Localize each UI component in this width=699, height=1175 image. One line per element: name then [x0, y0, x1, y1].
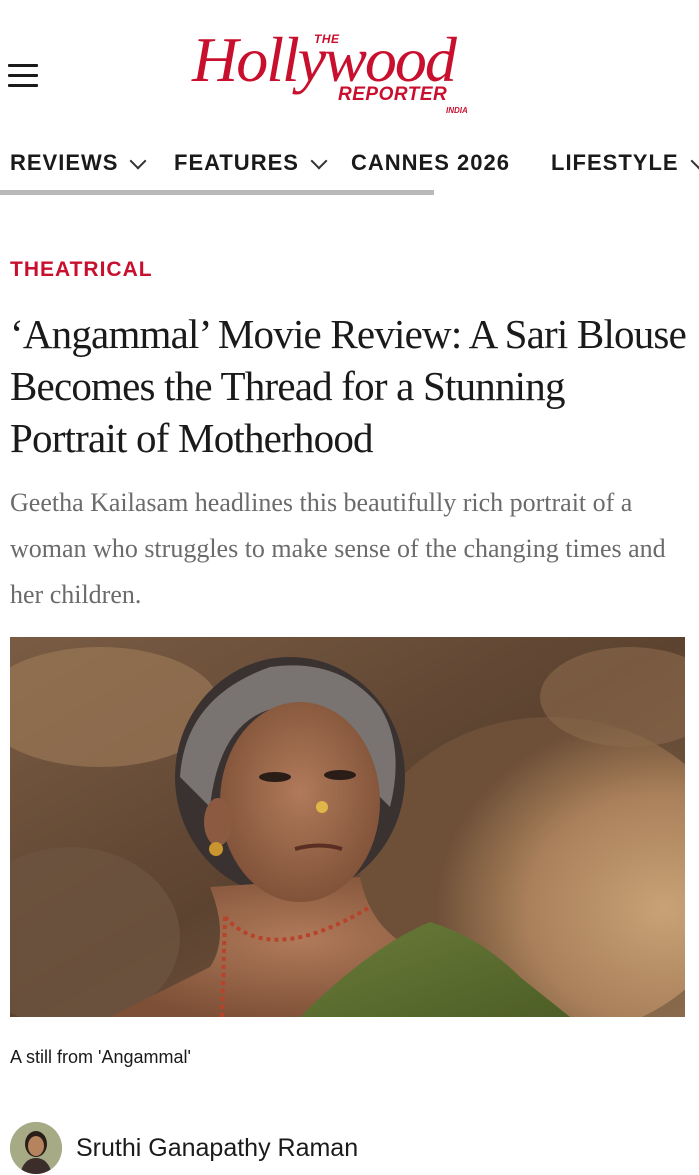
nav-item-features[interactable]: FEATURES — [174, 150, 328, 176]
logo-the: THE — [314, 32, 340, 46]
chevron-down-icon — [310, 152, 328, 170]
main-nav: REVIEWS FEATURES CANNES 2026 LIFESTYLE — [0, 140, 699, 184]
chevron-down-icon — [129, 152, 147, 170]
nav-item-cannes-2026[interactable]: CANNES 2026 — [351, 150, 510, 176]
site-logo[interactable]: Hollywood THE REPORTER INDIA — [192, 26, 502, 118]
nav-item-reviews[interactable]: REVIEWS — [10, 150, 147, 176]
article-dek: Geetha Kailasam headlines this beautiful… — [10, 488, 666, 609]
author-name[interactable]: Sruthi Ganapathy Raman — [76, 1134, 358, 1163]
nav-scrollbar[interactable] — [0, 190, 434, 195]
article-category[interactable]: THEATRICAL — [10, 258, 153, 282]
hamburger-menu-icon[interactable] — [8, 64, 38, 88]
author-byline: Sruthi Ganapathy Raman — [10, 1122, 358, 1174]
nav-item-label: LIFESTYLE — [551, 150, 679, 175]
nav-item-lifestyle[interactable]: LIFESTYLE — [551, 150, 699, 176]
article-headline: ‘Angammal’ Movie Review: A Sari Blouse B… — [10, 311, 687, 461]
nav-item-label: FEATURES — [174, 150, 299, 175]
image-caption: A still from 'Angammal' — [10, 1047, 191, 1067]
hero-image — [10, 637, 685, 1017]
site-header: Hollywood THE REPORTER INDIA — [0, 0, 699, 130]
chevron-down-icon — [690, 152, 699, 170]
nav-item-label: CANNES 2026 — [351, 150, 510, 175]
author-avatar[interactable] — [10, 1122, 62, 1174]
nav-item-label: REVIEWS — [10, 150, 119, 175]
logo-india: INDIA — [446, 106, 468, 115]
logo-reporter: REPORTER — [338, 84, 448, 105]
